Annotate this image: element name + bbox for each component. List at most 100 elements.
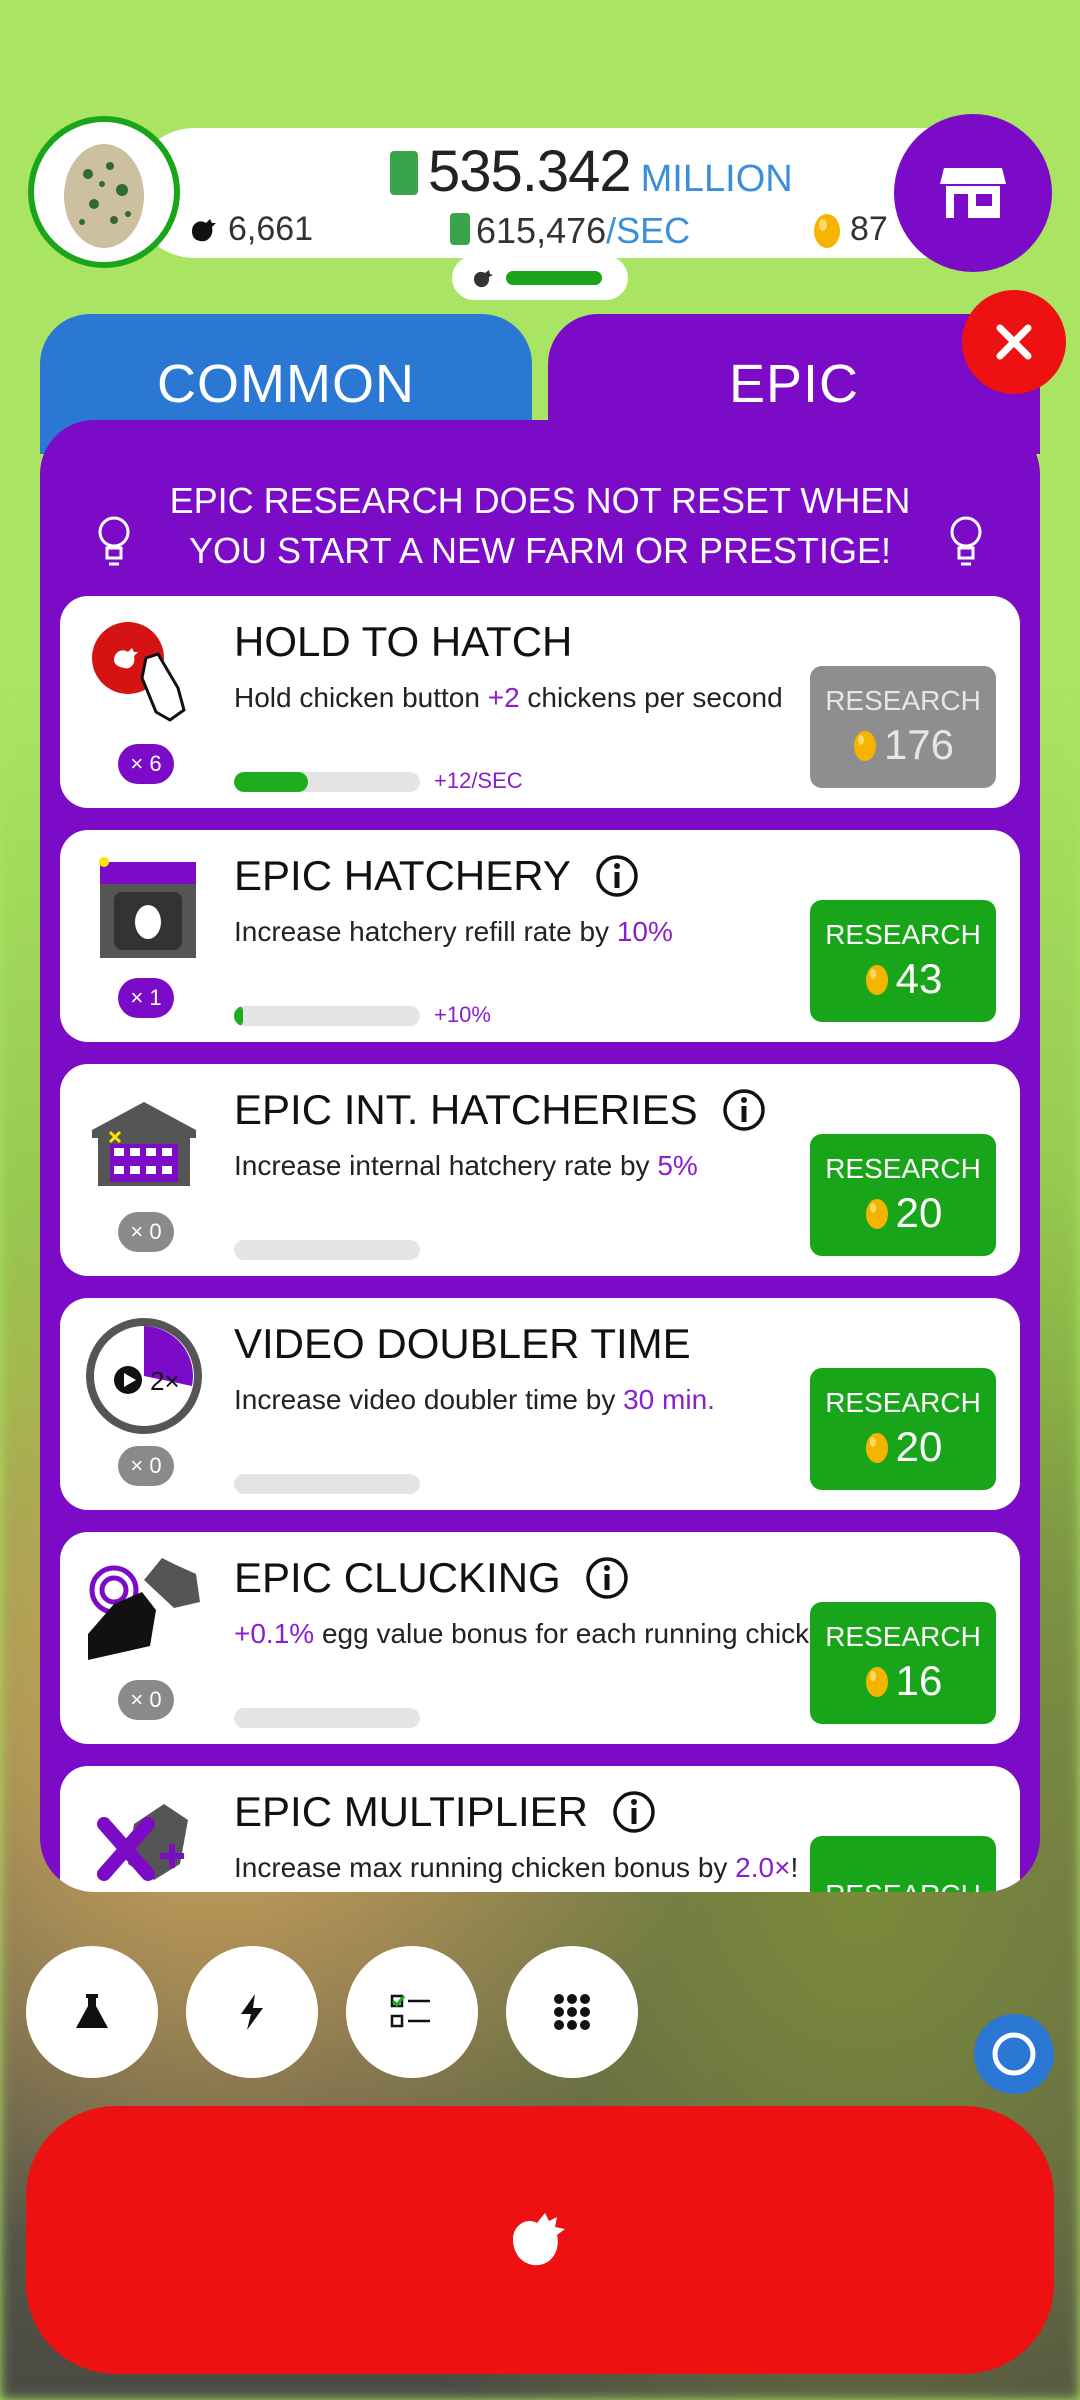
golden-egg-icon [814,213,840,248]
svg-text:2×: 2× [150,1366,180,1396]
research-button[interactable]: RESEARCH [810,1836,996,1892]
egg-icon [64,144,144,248]
egg-avatar-button[interactable] [28,116,180,268]
missions-button[interactable] [346,1946,478,2078]
research-cost-value: 43 [895,955,943,1002]
progress-label: +12/SEC [434,768,523,793]
desc-highlight: +2 [487,682,520,713]
research-progress-bar [234,772,420,792]
research-progress-bar [234,1708,420,1728]
chicken-count: 6,661 [186,210,313,249]
research-button[interactable]: RESEARCH 20 [810,1368,996,1490]
research-title-text: EPIC INT. HATCHERIES [234,1086,698,1133]
research-description: Increase internal hatchery rate by 5% [234,1150,698,1182]
research-level-badge: × 0 [118,1680,174,1720]
research-button-label: RESEARCH [825,919,981,950]
internal-hatchery-icon [92,1102,196,1186]
research-menu-button[interactable] [26,1946,158,2078]
research-title: HOLD TO HATCH [234,618,572,666]
info-icon[interactable] [595,854,639,898]
research-cost-value: 20 [895,1423,943,1470]
progress-fill [234,1006,244,1026]
research-title: EPIC INT. HATCHERIES [234,1086,766,1134]
research-panel: EPIC RESEARCH DOES NOT RESET WHEN YOU ST… [40,420,1040,1892]
desc-highlight: +0.1% [234,1618,315,1649]
banner-text: EPIC RESEARCH DOES NOT RESET WHEN YOU ST… [169,480,911,571]
research-description: +0.1% egg value bonus for each running c… [234,1618,848,1650]
desc-highlight: 5% [657,1150,698,1181]
desc-pre: Increase video doubler time by [234,1384,624,1415]
shop-button[interactable] [894,114,1052,272]
research-level-badge: × 1 [118,978,174,1018]
lightbulb-icon [950,516,982,566]
flask-icon [76,1994,108,2028]
info-icon[interactable] [612,1790,656,1834]
desc-pre: Increase internal hatchery rate by [234,1150,658,1181]
hatchery-meter [452,256,628,300]
info-icon[interactable] [722,1088,766,1132]
desc-highlight: 2.0× [735,1852,791,1883]
research-cost-value: 20 [895,1189,943,1236]
research-level-badge: × 0 [118,1446,174,1486]
camera-toggle-button[interactable] [974,2014,1054,2094]
chicken-count-value: 6,661 [228,210,314,248]
hatchery-bar [506,271,602,285]
research-button-label: RESEARCH [825,1621,981,1652]
golden-egg-icon [865,1199,888,1229]
desc-post: ! [790,1852,799,1883]
research-title: EPIC HATCHERY [234,852,639,900]
research-description: Increase hatchery refill rate by 10% [234,916,673,948]
desc-pre: Increase hatchery refill rate by [234,916,617,947]
research-cost: 43 [864,955,943,1003]
research-cost: 176 [852,721,954,769]
close-icon [996,324,1032,360]
research-button[interactable]: RESEARCH 43 [810,900,996,1022]
money-amount: 535.342 [428,139,632,204]
money-unit: MILLION [640,158,793,200]
research-progress-bar [234,1006,420,1026]
research-description: Hold chicken button +2 chickens per seco… [234,682,783,714]
research-button-label: RESEARCH [825,685,981,716]
hatchery-icon [99,857,196,958]
shop-icon [940,168,1006,218]
research-button[interactable]: RESEARCH 16 [810,1602,996,1724]
desc-pre: Hold chicken button [234,682,488,713]
research-card-epic-clucking: × 0 EPIC CLUCKING +0.1% egg value bonus … [60,1532,1020,1744]
checklist-icon [390,1994,430,2028]
cash-small-icon [450,213,470,245]
hatch-chicken-button[interactable] [26,2106,1054,2374]
research-cost-value: 176 [883,721,955,768]
golden-egg-icon [865,1433,888,1463]
research-list[interactable]: × 6 HOLD TO HATCH Hold chicken button +2… [60,596,1020,1892]
desc-highlight: 10% [616,916,673,947]
desc-highlight: 30 min. [623,1384,715,1415]
research-progress-bar [234,1240,420,1260]
research-title-text: EPIC MULTIPLIER [234,1788,588,1835]
research-level-badge: × 0 [118,1212,174,1252]
research-button-label: RESEARCH [825,1879,981,1892]
grid-icon [554,1994,590,2030]
more-menu-button[interactable] [506,1946,638,2078]
research-card-epic-multiplier: EPIC MULTIPLIER Increase max running chi… [60,1766,1020,1892]
research-button-label: RESEARCH [825,1153,981,1184]
clucking-icon [88,1558,200,1660]
chick-icon [474,270,493,288]
research-description: Increase video doubler time by 30 min. [234,1384,715,1416]
desc-pre: Increase max running chicken bonus by [234,1852,736,1883]
tab-common-label: COMMON [157,354,415,414]
research-level-badge: × 6 [118,744,174,784]
research-button[interactable]: RESEARCH 20 [810,1134,996,1256]
research-cost-value: 16 [895,1657,943,1704]
info-icon[interactable] [585,1556,629,1600]
research-title-text: EPIC CLUCKING [234,1554,561,1601]
boosts-button[interactable] [186,1946,318,2078]
research-card-video-doubler-time: 2× × 0 VIDEO DOUBLER TIME Increase video… [60,1298,1020,1510]
research-description: Increase max running chicken bonus by 2.… [234,1852,798,1884]
desc-post: chickens per second [519,682,783,713]
close-button[interactable] [962,290,1066,394]
golden-egg-count: 87 [812,210,888,249]
research-button-disabled[interactable]: RESEARCH 176 [810,666,996,788]
progress-label: +10% [434,1002,491,1027]
cash-icon [390,151,418,195]
chicken-icon [513,2213,565,2266]
